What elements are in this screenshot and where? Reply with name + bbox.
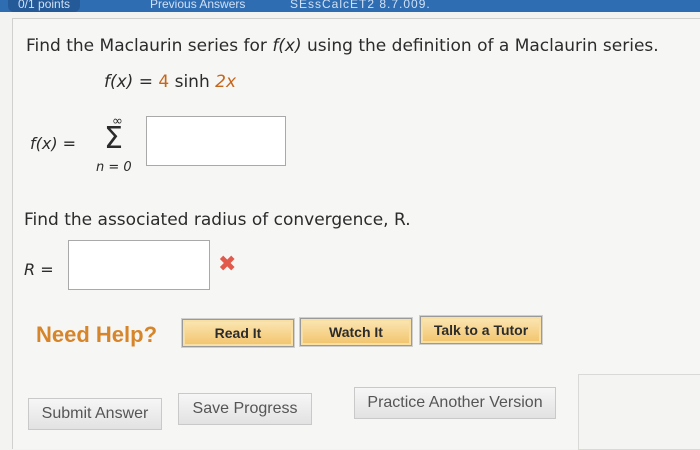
save-progress-button[interactable]: Save Progress bbox=[178, 393, 312, 425]
submit-answer-button[interactable]: Submit Answer bbox=[28, 398, 162, 430]
watch-it-button[interactable]: Watch It bbox=[300, 318, 412, 346]
talk-to-tutor-button[interactable]: Talk to a Tutor bbox=[420, 316, 542, 344]
points-tab: 0/1 points bbox=[8, 0, 81, 12]
question1-prompt: Find the Maclaurin series for f(x) using… bbox=[26, 36, 659, 56]
practice-another-version-button[interactable]: Practice Another Version bbox=[354, 387, 556, 419]
function-lhs: f(x) = bbox=[104, 72, 159, 92]
question2-prompt: Find the associated radius of convergenc… bbox=[24, 210, 411, 230]
series-answer-input[interactable] bbox=[146, 116, 286, 166]
function-name: sinh bbox=[169, 72, 216, 92]
blank-panel bbox=[578, 374, 700, 450]
prompt-prefix: Find the Maclaurin series for bbox=[26, 36, 273, 56]
problem-id: SEssCalcET2 8.7.009. bbox=[290, 0, 431, 11]
x-mark-icon: ✖ bbox=[218, 252, 237, 277]
need-help-label: Need Help? bbox=[36, 322, 158, 347]
radius-answer-input[interactable] bbox=[68, 240, 210, 290]
top-bar: 0/1 points Previous Answers SEssCalcET2 … bbox=[0, 0, 700, 12]
function-arg: 2x bbox=[215, 72, 237, 92]
sum-lower-limit: n = 0 bbox=[96, 160, 132, 175]
radius-label: R = bbox=[24, 260, 54, 279]
prompt-func: f(x) bbox=[272, 36, 302, 56]
previous-answers-link[interactable]: Previous Answers bbox=[150, 0, 245, 12]
series-lhs: f(x) = bbox=[30, 134, 77, 153]
function-definition: f(x) = 4 sinh 2x bbox=[104, 72, 236, 92]
sigma-icon: Σ bbox=[104, 121, 123, 156]
function-coef: 4 bbox=[158, 72, 170, 92]
prompt-suffix: using the definition of a Maclaurin seri… bbox=[301, 36, 659, 56]
read-it-button[interactable]: Read It bbox=[182, 319, 294, 347]
